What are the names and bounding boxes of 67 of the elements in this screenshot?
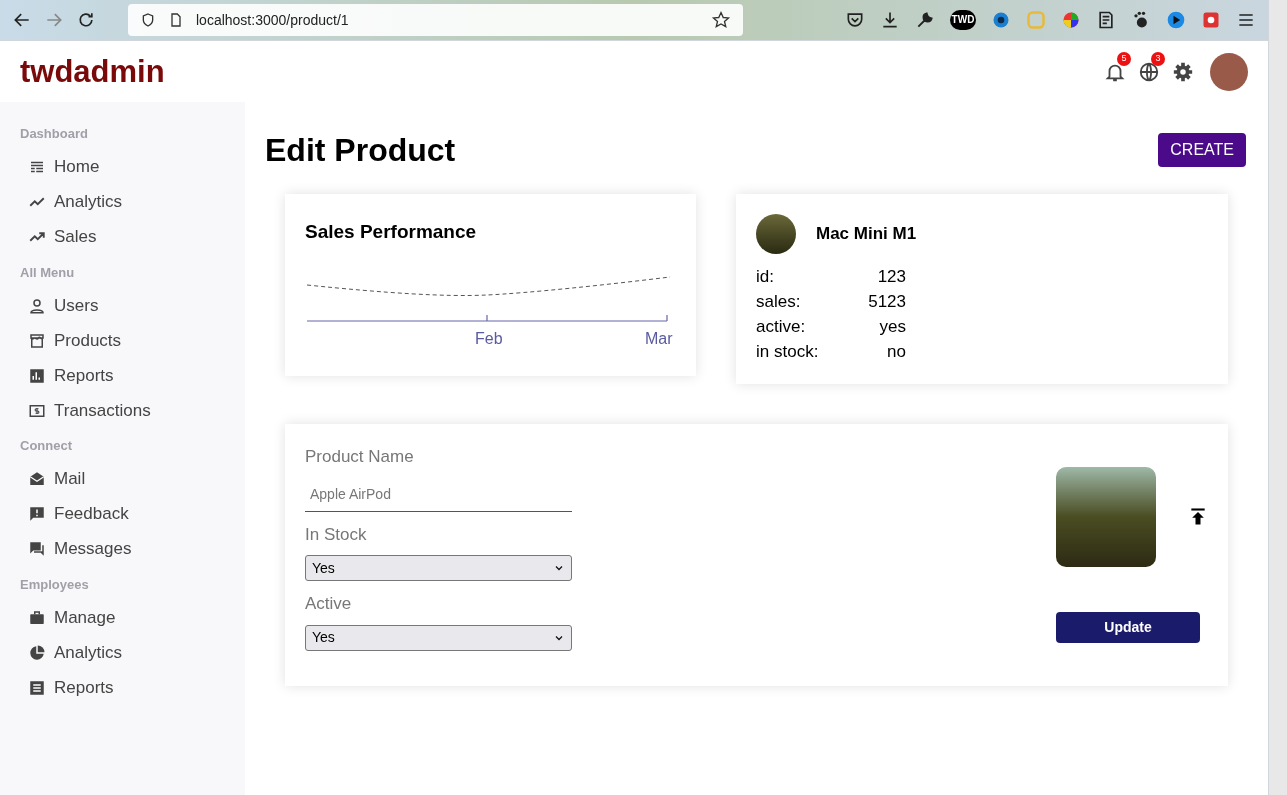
page-icon[interactable] <box>168 12 184 28</box>
color-wheel-icon[interactable] <box>1061 10 1081 30</box>
reload-icon[interactable] <box>76 10 96 30</box>
extension-badge[interactable]: TWD <box>950 10 976 30</box>
page-title: Edit Product <box>265 131 456 170</box>
sidebar-item[interactable]: Users <box>20 288 225 323</box>
dropdown[interactable]: Yes <box>305 624 572 651</box>
field-label: Active <box>305 593 353 615</box>
bar-chart-icon[interactable] <box>28 366 46 385</box>
photo-placeholder <box>756 214 796 254</box>
field-value: no <box>887 341 906 363</box>
count-badge: 3 <box>1151 51 1165 66</box>
chat-bubbles-icon[interactable] <box>28 540 46 558</box>
url-text: localhost:3000/product/1 <box>196 10 350 30</box>
field-label: sales: <box>756 291 801 313</box>
user-icon[interactable] <box>28 296 46 315</box>
sidebar-item[interactable]: Reports <box>20 670 225 705</box>
card-title: Sales Performance <box>305 220 478 244</box>
field-value: 123 <box>877 266 906 288</box>
sidebar-item[interactable]: Sales <box>20 219 225 255</box>
sidebar-item[interactable]: Manage <box>20 600 225 635</box>
settings-icon[interactable] <box>1172 60 1194 83</box>
logo[interactable]: twdadmin <box>20 56 165 87</box>
create-button[interactable]: CREATE <box>1158 133 1246 167</box>
sidebar-item[interactable]: Mail <box>20 461 225 497</box>
sidebar-item[interactable]: Feedback <box>20 496 225 532</box>
section-title: Connect <box>20 437 73 455</box>
sidebar-item[interactable]: Messages <box>20 531 225 567</box>
feedback-icon[interactable] <box>28 505 46 523</box>
sidebar-item[interactable]: Analytics <box>20 635 225 670</box>
pie-chart-icon[interactable] <box>28 643 46 662</box>
product-name-input[interactable]: Apple AirPod <box>305 477 572 512</box>
field-label: id: <box>756 266 774 288</box>
sidebar-item[interactable]: Reports <box>20 358 225 393</box>
field-value: yes <box>879 316 906 338</box>
section-title: Employees <box>20 575 90 594</box>
field-label: active: <box>756 316 806 338</box>
sidebar-item[interactable]: Products <box>20 323 225 358</box>
sidebar-item[interactable]: Home <box>20 149 225 185</box>
download-icon[interactable] <box>880 10 900 30</box>
envelope-icon[interactable] <box>28 470 46 488</box>
dropdown[interactable]: Yes <box>305 555 572 581</box>
axis-label: Feb <box>475 328 503 349</box>
field-label: In Stock <box>305 523 368 546</box>
briefcase-icon[interactable] <box>28 608 46 627</box>
notes-icon[interactable] <box>1096 10 1116 30</box>
upload-icon[interactable] <box>1188 507 1208 527</box>
play-icon[interactable] <box>1166 10 1186 30</box>
avatar[interactable] <box>1210 52 1248 91</box>
address-bar[interactable]: localhost:3000/product/1 <box>128 4 743 36</box>
shield-icon[interactable] <box>140 12 156 28</box>
count-badge: 5 <box>1117 51 1131 66</box>
sidebar-item[interactable]: Analytics <box>20 184 225 220</box>
wrench-icon[interactable] <box>915 10 935 30</box>
pocket-icon[interactable] <box>845 10 865 30</box>
product-name: Mac Mini M1 <box>816 223 917 246</box>
update-button[interactable]: Update <box>1056 612 1200 643</box>
field-label: in stock: <box>756 341 819 363</box>
field-value: 5123 <box>868 291 906 313</box>
store-icon[interactable] <box>28 331 46 350</box>
section-title: Dashboard <box>20 125 89 143</box>
field-label: Product Name <box>305 446 415 468</box>
sidebar-item[interactable]: Transactions <box>20 393 225 428</box>
section-title: All Menu <box>20 263 76 282</box>
axis-label: Mar <box>645 328 673 349</box>
star-icon[interactable] <box>711 10 731 30</box>
list-icon[interactable] <box>28 678 46 697</box>
